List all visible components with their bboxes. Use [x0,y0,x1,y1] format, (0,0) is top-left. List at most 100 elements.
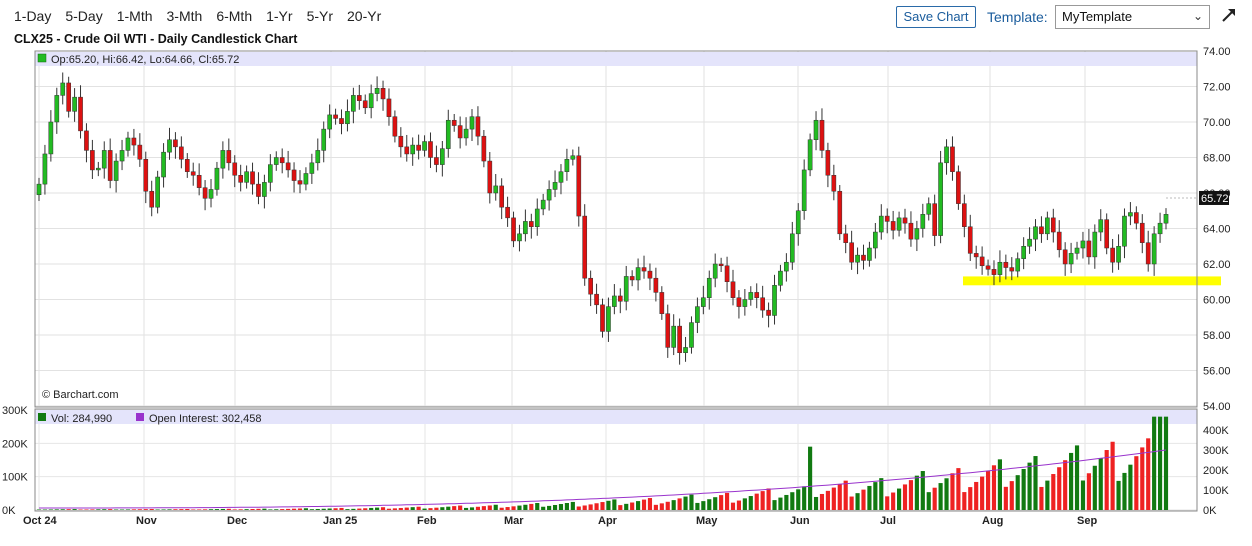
candle [481,129,487,168]
volume-bar [422,508,427,510]
candle [167,127,172,160]
volume-bar [286,508,291,510]
candle [131,128,137,156]
volume-bar [1086,473,1091,510]
last-price-label: 65.72 [1201,193,1229,205]
x-tick-label: Aug [982,515,1003,527]
volume-bar [926,492,931,510]
candle [528,213,534,239]
volume-bar [469,507,475,510]
volume-bar [404,507,409,510]
price-tick-label: 72.00 [1203,82,1231,94]
volume-bar [226,508,231,510]
candle-body [463,128,469,139]
candle [641,255,647,279]
candle [475,106,481,146]
volume-bar [511,506,516,510]
candle [268,154,273,192]
volume-bar [564,503,569,510]
volume-bar [891,492,896,510]
candle-body [273,157,279,165]
candle-body [1157,222,1163,235]
volume-bar [641,499,647,510]
candle-body [351,95,356,112]
candle [766,302,771,328]
candle-body [78,96,83,132]
volume-bar [291,508,297,510]
candle-body [66,82,71,112]
candle [208,178,214,208]
candle-body [1163,214,1169,224]
volume-bar [161,509,166,510]
candle [784,253,789,282]
volume-bar [831,487,836,510]
candle-body [1151,233,1157,265]
candle-body [582,215,588,279]
candle [1122,208,1127,259]
candle [386,88,392,126]
volume-bar [535,502,540,510]
candle [825,142,831,188]
candle-body [600,304,605,332]
candle-body [956,171,961,204]
volume-bar [102,509,107,510]
volume-bar [991,465,997,510]
candle-body [1074,247,1080,254]
price-tick-label: 74.00 [1203,46,1231,58]
volume-bar [908,480,914,510]
oi-tick-label: 200K [1203,465,1229,477]
volume-bar [232,509,237,510]
candle-body [528,221,534,227]
volume-bar [879,478,884,510]
volume-bar [505,507,510,510]
candle-body [190,171,196,176]
candle [42,144,48,195]
volume-bar [606,500,611,510]
candle-body [1139,222,1145,243]
candle-body [517,233,522,242]
price-tick-label: 58.00 [1203,330,1231,342]
candle [36,177,42,201]
candle [944,139,949,175]
candle [967,214,973,261]
candles [36,72,1197,365]
candle-body [196,175,202,188]
volume-bar [962,492,967,510]
candle [214,161,220,196]
candle [612,284,617,315]
candle [339,109,344,135]
volume-bar [1098,458,1103,510]
candle-body [766,309,771,316]
candle [493,174,499,201]
candle [303,167,309,191]
candle-body [1015,258,1021,272]
candle-body [878,215,884,233]
candle [973,245,979,269]
candle [1062,242,1068,276]
x-tick-label: Jun [790,515,810,527]
candle-body [511,217,516,242]
candle-body [647,270,653,279]
candle [184,153,190,178]
candle [1157,212,1163,243]
volume-bar [719,495,724,510]
candle [190,162,196,186]
candle-body [760,297,765,311]
x-tick-label: Apr [598,515,618,527]
candle-body [1027,238,1032,247]
candle-body [837,190,843,235]
candle-body [161,151,166,178]
volume-bar [238,509,243,510]
volume-bar [380,507,386,510]
candle-body [1068,253,1074,265]
oi-legend-swatch [136,413,144,421]
candle-body [173,139,178,148]
candle [701,285,706,315]
candle [1116,234,1121,270]
volume-bar [558,504,564,510]
candle-body [991,269,997,275]
candle [677,318,682,365]
volume-bar [1104,450,1109,510]
volume-bar [458,505,463,510]
candle-body [706,277,712,298]
